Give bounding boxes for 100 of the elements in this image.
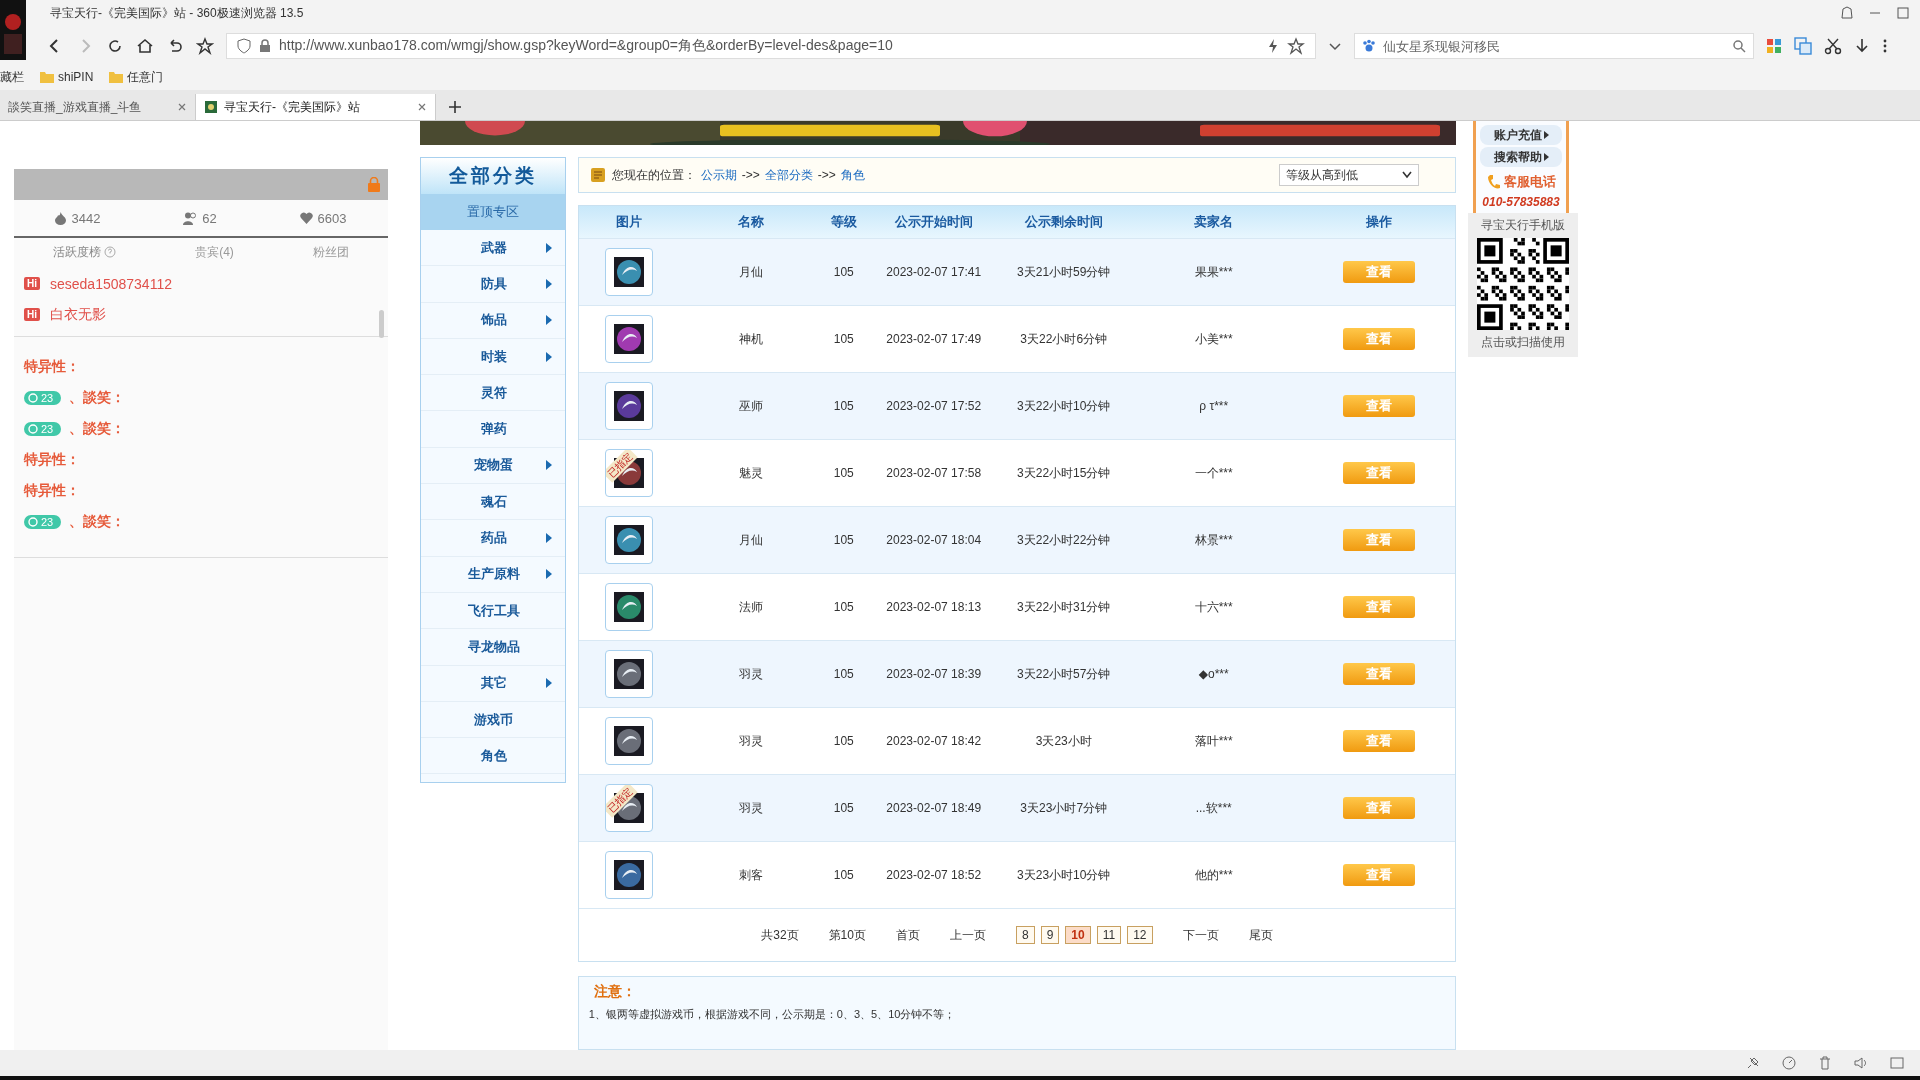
item-thumbnail[interactable] — [604, 583, 653, 631]
qr-code[interactable] — [1477, 238, 1569, 330]
page-number[interactable]: 8 — [1015, 926, 1035, 944]
table-cell-text: 3天22小时10分钟 — [1016, 397, 1112, 415]
table-cell-text: 2023-02-07 18:49 — [885, 801, 983, 815]
speaker-icon[interactable] — [1854, 1056, 1868, 1070]
item-thumbnail[interactable]: 已指定 — [604, 449, 653, 497]
new-tab-icon[interactable] — [448, 100, 462, 114]
featured-link[interactable]: 置顶专区 — [421, 194, 565, 230]
item-thumbnail[interactable] — [604, 248, 653, 296]
table-cell-text: 刺客 — [738, 866, 765, 884]
caret-icon — [545, 242, 552, 253]
item-thumbnail[interactable] — [604, 851, 653, 899]
fan-level-badge: 23 — [24, 421, 62, 436]
category-item[interactable]: 飞行工具 — [421, 592, 565, 630]
item-thumbnail[interactable] — [604, 315, 653, 363]
next-page-link[interactable]: 下一页 — [1182, 926, 1219, 944]
item-thumbnail[interactable] — [604, 516, 653, 564]
table-cell-text: ...软*** — [1194, 799, 1233, 817]
category-item[interactable]: 弹药 — [421, 411, 565, 448]
skin-icon[interactable] — [1840, 6, 1854, 20]
table-cell-text: 105 — [832, 801, 855, 815]
page-number[interactable]: 9 — [1040, 926, 1060, 944]
last-page-link[interactable]: 尾页 — [1248, 926, 1273, 944]
category-item[interactable]: 宠物蛋 — [421, 447, 565, 485]
lightning-icon[interactable] — [1267, 38, 1279, 54]
side-button[interactable]: 搜索帮助 — [1480, 147, 1562, 167]
close-icon[interactable] — [177, 102, 187, 112]
category-item[interactable]: 其它 — [421, 665, 565, 702]
item-thumbnail[interactable] — [604, 382, 653, 430]
breadcrumb-link[interactable]: 全部分类 — [764, 166, 813, 184]
table-cell-text: 3天23小时7分钟 — [1019, 799, 1109, 817]
table-cell-text: ◆o*** — [1197, 667, 1230, 681]
sort-dropdown[interactable]: 等级从高到低 — [1279, 164, 1419, 186]
column-header: 等级 — [829, 213, 858, 231]
search-field[interactable]: 仙女星系现银河移民 — [1354, 33, 1754, 59]
item-thumbnail[interactable] — [604, 650, 653, 698]
caret-icon — [545, 533, 552, 543]
close-icon[interactable] — [417, 102, 427, 112]
previous-page-link[interactable]: 上一页 — [949, 926, 986, 944]
category-item[interactable]: 寻龙物品 — [421, 629, 565, 666]
star-icon[interactable] — [1287, 37, 1305, 55]
scrollbar-thumb[interactable] — [379, 310, 384, 338]
bookmark[interactable]: 藏栏 — [0, 68, 24, 86]
category-item[interactable]: 角色 — [421, 738, 565, 775]
trash-icon[interactable] — [1818, 1056, 1832, 1070]
apps-icon[interactable] — [1766, 38, 1782, 54]
panel-tab[interactable]: 活跃度榜 — [53, 243, 117, 261]
class-emblem-icon — [613, 592, 644, 622]
table-cell-text: 3天21小时59分钟 — [1016, 263, 1112, 281]
scissors-icon[interactable] — [1824, 37, 1842, 55]
pin-icon[interactable] — [1746, 1056, 1760, 1070]
table-cell-text: 3天23小时 — [1034, 732, 1093, 750]
table-cell-text: 一个*** — [1193, 464, 1234, 482]
side-button[interactable]: 账户充值 — [1480, 125, 1562, 145]
stat-count: 62 — [202, 210, 217, 226]
home-icon[interactable] — [136, 37, 154, 55]
page-number[interactable]: 11 — [1096, 926, 1122, 944]
category-item[interactable]: 防具 — [421, 266, 565, 303]
download-icon[interactable] — [1854, 37, 1870, 55]
category-header: 全部分类 — [421, 158, 565, 194]
table-cell-text: 105 — [832, 466, 855, 480]
star-icon[interactable] — [196, 37, 214, 55]
category-item[interactable]: 时装 — [421, 338, 565, 376]
class-emblem-icon — [613, 860, 644, 890]
speed-icon[interactable] — [1782, 1056, 1796, 1070]
fan-level-badge: 23 — [24, 514, 62, 529]
table-cell-text: 2023-02-07 17:58 — [885, 466, 983, 480]
category-item[interactable]: 生产原料 — [421, 556, 565, 593]
browser-tab[interactable]: 寻宝天行-《完美国际》站 — [196, 94, 436, 120]
help-icon — [104, 246, 117, 258]
table-cell-text: 果果*** — [1193, 263, 1234, 281]
reload-icon[interactable] — [106, 37, 124, 55]
folder-icon — [40, 71, 54, 83]
page-number[interactable]: 10 — [1065, 926, 1091, 944]
table-cell-text: ρ τ*** — [1198, 399, 1230, 413]
search-icon[interactable] — [1732, 39, 1746, 53]
table-cell-text: 2023-02-07 17:49 — [885, 332, 983, 346]
page-number[interactable]: 12 — [1127, 926, 1153, 944]
category-item[interactable]: 魂石 — [421, 484, 565, 521]
bookmark[interactable]: 任意门 — [109, 68, 164, 86]
item-thumbnail[interactable]: 已指定 — [604, 784, 653, 832]
first-page-link[interactable]: 首页 — [895, 926, 920, 944]
category-item[interactable]: 武器 — [421, 230, 565, 267]
translate-icon[interactable] — [1794, 37, 1812, 55]
bookmark[interactable]: shiPIN — [40, 70, 94, 84]
menu-icon[interactable] — [1882, 38, 1888, 54]
table-cell-text: 法师 — [738, 598, 765, 616]
item-thumbnail[interactable] — [604, 717, 653, 765]
message-text: 特异性： — [24, 481, 80, 500]
category-item[interactable]: 饰品 — [421, 302, 565, 339]
column-header: 操作 — [1364, 213, 1393, 231]
address-bar[interactable]: http://www.xunbao178.com/wmgj/show.gsp?keyWord=&group0=角色&orderBy=level-des&page=10 — [226, 33, 1316, 59]
breadcrumb-link[interactable]: 公示期 — [700, 166, 737, 184]
category-item[interactable]: 灵符 — [421, 375, 565, 412]
category-item[interactable]: 药品 — [421, 520, 565, 557]
breadcrumb-link[interactable]: 角色 — [840, 166, 865, 184]
category-item[interactable]: 游戏币 — [421, 701, 565, 739]
class-emblem-icon — [613, 324, 644, 354]
fan-level-badge: 23 — [24, 390, 62, 405]
